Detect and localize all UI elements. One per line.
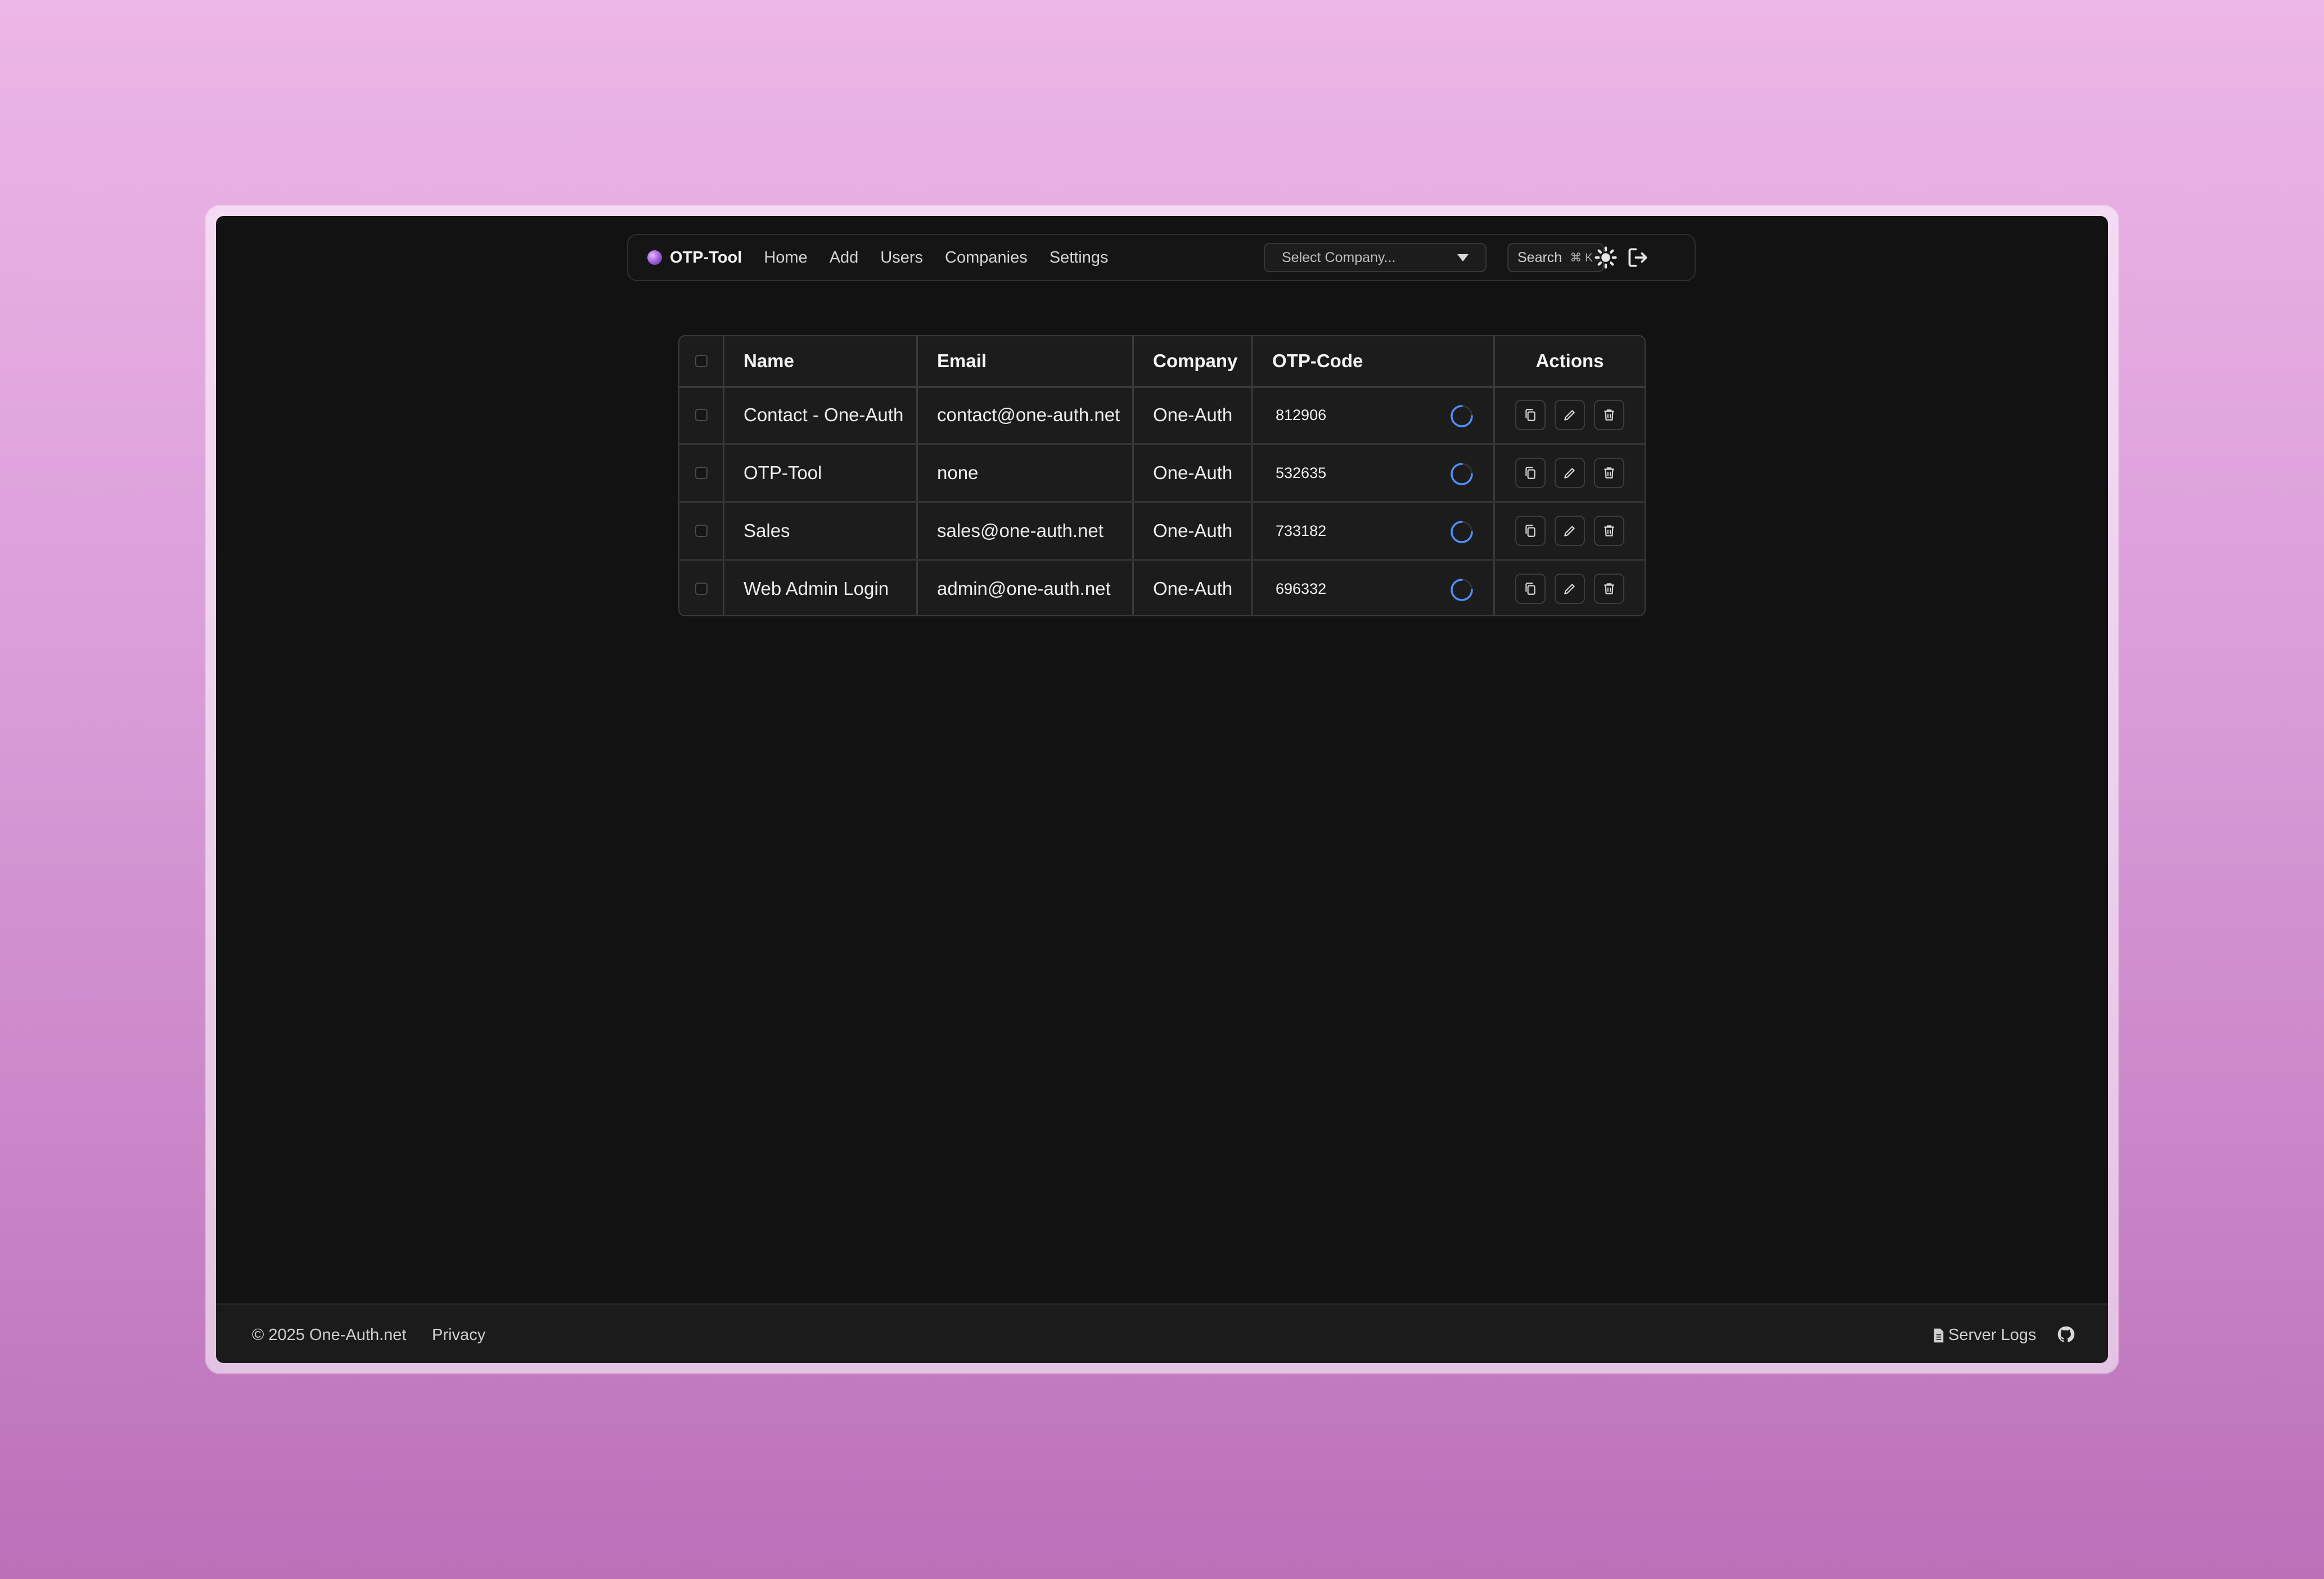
- select-company-value: Select Company...: [1282, 249, 1396, 265]
- cell-otp: 532635: [1253, 445, 1495, 501]
- cell-otp: 812906: [1253, 387, 1495, 443]
- nav-settings[interactable]: Settings: [1050, 249, 1109, 267]
- cell-actions: [1495, 561, 1645, 615]
- cell-company: One-Auth: [1134, 445, 1253, 501]
- header-checkbox-cell: [679, 336, 724, 386]
- edit-button[interactable]: [1555, 574, 1585, 604]
- otp-code[interactable]: 733182: [1272, 522, 1326, 540]
- delete-button[interactable]: [1594, 400, 1624, 430]
- cell-company: One-Auth: [1134, 561, 1253, 615]
- cell-name: Contact - One-Auth: [724, 387, 918, 443]
- row-checkbox-cell: [679, 561, 724, 615]
- trash-icon: [1604, 467, 1614, 479]
- cell-actions: [1495, 503, 1645, 559]
- cell-actions: [1495, 445, 1645, 501]
- trash-icon: [1604, 525, 1614, 536]
- row-checkbox-cell: [679, 387, 724, 443]
- cell-name: Web Admin Login: [724, 561, 918, 615]
- edit-icon: [1564, 584, 1575, 594]
- table-row: Sales sales@one-auth.net One-Auth 733182: [679, 503, 1645, 561]
- cell-otp: 733182: [1253, 503, 1495, 559]
- cell-email: sales@one-auth.net: [918, 503, 1134, 559]
- timer-spinner-icon: [1451, 405, 1473, 427]
- row-checkbox[interactable]: [695, 525, 708, 537]
- select-all-checkbox[interactable]: [695, 355, 708, 367]
- cell-company: One-Auth: [1134, 503, 1253, 559]
- header-actions: Actions: [1535, 350, 1604, 371]
- copy-icon: [1525, 525, 1535, 537]
- header-otp-code: OTP-Code: [1253, 336, 1495, 386]
- copy-button[interactable]: [1515, 516, 1546, 546]
- trash-icon: [1604, 409, 1614, 421]
- copy-button[interactable]: [1515, 574, 1546, 604]
- table-row: Contact - One-Auth contact@one-auth.net …: [679, 387, 1645, 445]
- github-icon[interactable]: [2056, 1325, 2075, 1344]
- app-window: OTP-Tool Home Add Users Companies Settin…: [216, 216, 2108, 1363]
- search-shortcut: ⌘ K: [1570, 251, 1593, 264]
- trash-icon: [1604, 583, 1614, 594]
- nav-companies[interactable]: Companies: [945, 249, 1028, 267]
- brand[interactable]: OTP-Tool: [647, 249, 742, 267]
- delete-button[interactable]: [1594, 458, 1624, 488]
- header-name[interactable]: Name: [724, 336, 918, 386]
- timer-spinner-icon: [1451, 521, 1473, 543]
- copy-button[interactable]: [1515, 400, 1546, 430]
- cell-name: Sales: [724, 503, 918, 559]
- otp-table: Name Email Company OTP-Code Actions Cont…: [678, 335, 1646, 616]
- edit-button[interactable]: [1555, 516, 1585, 546]
- cell-email: none: [918, 445, 1134, 501]
- row-checkbox[interactable]: [695, 467, 708, 479]
- cell-company: One-Auth: [1134, 387, 1253, 443]
- cell-name: OTP-Tool: [724, 445, 918, 501]
- header-email[interactable]: Email: [918, 336, 1134, 386]
- copy-button[interactable]: [1515, 458, 1546, 488]
- cell-actions: [1495, 387, 1645, 443]
- edit-icon: [1564, 468, 1575, 479]
- search-button[interactable]: Search ⌘ K: [1507, 243, 1604, 272]
- search-label: Search: [1517, 249, 1562, 265]
- table-header-row: Name Email Company OTP-Code Actions: [679, 336, 1645, 388]
- cell-otp: 696332: [1253, 561, 1495, 615]
- logout-icon[interactable]: [1625, 245, 1650, 270]
- navbar: OTP-Tool Home Add Users Companies Settin…: [627, 234, 1696, 281]
- theme-toggle-icon[interactable]: [1593, 245, 1618, 270]
- privacy-link[interactable]: Privacy: [432, 1326, 485, 1345]
- edit-icon: [1564, 526, 1575, 536]
- row-checkbox-cell: [679, 503, 724, 559]
- edit-icon: [1564, 410, 1575, 421]
- logo-icon: [647, 250, 662, 265]
- row-checkbox[interactable]: [695, 409, 708, 421]
- cell-email: admin@one-auth.net: [918, 561, 1134, 615]
- timer-spinner-icon: [1451, 463, 1473, 485]
- copy-icon: [1525, 467, 1535, 479]
- edit-button[interactable]: [1555, 400, 1585, 430]
- nav-add[interactable]: Add: [830, 249, 859, 267]
- copy-icon: [1525, 409, 1535, 421]
- delete-button[interactable]: [1594, 574, 1624, 604]
- file-icon: [1934, 1328, 1944, 1342]
- nav-users[interactable]: Users: [880, 249, 923, 267]
- copy-icon: [1525, 583, 1535, 595]
- chevron-down-icon: [1457, 254, 1469, 261]
- row-checkbox[interactable]: [695, 583, 708, 595]
- edit-button[interactable]: [1555, 458, 1585, 488]
- copyright-text: © 2025 One-Auth.net: [252, 1326, 407, 1344]
- select-company-dropdown[interactable]: Select Company...: [1264, 243, 1487, 272]
- otp-code[interactable]: 532635: [1272, 464, 1326, 482]
- table-row: OTP-Tool none One-Auth 532635: [679, 445, 1645, 503]
- nav-home[interactable]: Home: [764, 249, 807, 267]
- cell-email: contact@one-auth.net: [918, 387, 1134, 443]
- header-company[interactable]: Company: [1134, 336, 1253, 386]
- brand-label: OTP-Tool: [670, 248, 742, 267]
- delete-button[interactable]: [1594, 516, 1624, 546]
- table-row: Web Admin Login admin@one-auth.net One-A…: [679, 561, 1645, 615]
- server-logs-link[interactable]: Server Logs: [1933, 1326, 2036, 1345]
- otp-code[interactable]: 696332: [1272, 580, 1326, 598]
- row-checkbox-cell: [679, 445, 724, 501]
- server-logs-label: Server Logs: [1948, 1326, 2037, 1344]
- timer-spinner-icon: [1451, 579, 1473, 601]
- otp-code[interactable]: 812906: [1272, 407, 1326, 424]
- footer: © 2025 One-Auth.net Privacy Server Logs: [216, 1303, 2108, 1363]
